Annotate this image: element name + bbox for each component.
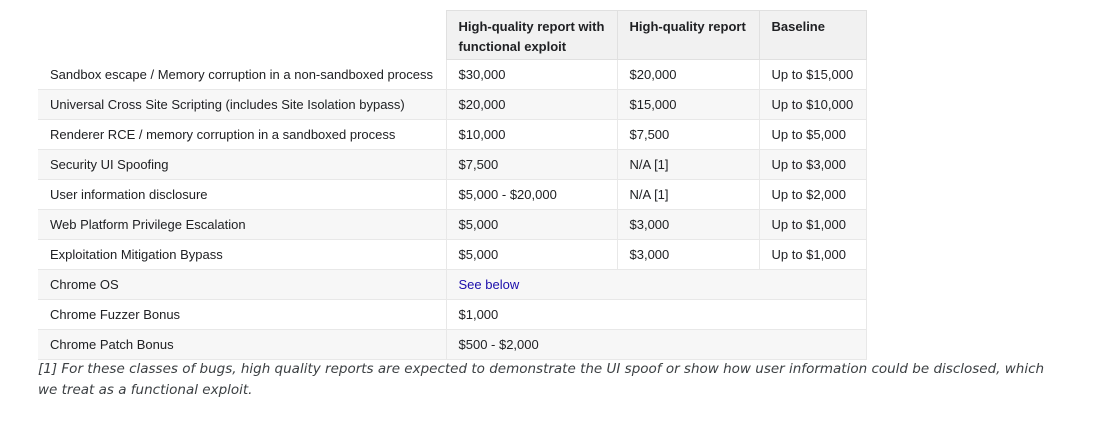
cell-baseline: Up to $15,000 [758, 59, 867, 90]
row-label: Chrome Fuzzer Bonus [38, 299, 446, 330]
cell-exploit: $20,000 [445, 89, 617, 120]
row-label: Security UI Spoofing [38, 149, 446, 180]
row-label: Web Platform Privilege Escalation [38, 209, 446, 240]
cell-high-quality: N/A [1] [616, 149, 759, 180]
table-row: Web Platform Privilege Escalation $5,000… [38, 209, 867, 240]
row-label: Universal Cross Site Scripting (includes… [38, 89, 446, 120]
cell-high-quality: $3,000 [616, 239, 759, 270]
table-row: Chrome Fuzzer Bonus $1,000 [38, 299, 867, 330]
cell-exploit: $30,000 [445, 59, 617, 90]
cell-baseline: Up to $5,000 [758, 119, 867, 150]
cell-exploit: $500 - $2,000 [445, 329, 867, 360]
table-row: Chrome OS See below [38, 269, 867, 300]
table-row: Security UI Spoofing $7,500 N/A [1] Up t… [38, 149, 867, 180]
row-label: Chrome OS [38, 269, 446, 300]
cell-exploit: $5,000 [445, 239, 617, 270]
cell-high-quality: N/A [1] [616, 179, 759, 210]
cell-exploit: See below [445, 269, 867, 300]
table-row: Sandbox escape / Memory corruption in a … [38, 59, 867, 90]
cell-exploit: $10,000 [445, 119, 617, 150]
table-row: Exploitation Mitigation Bypass $5,000 $3… [38, 239, 867, 270]
reward-table: High-quality report with functional expl… [38, 10, 867, 360]
table-header-row: High-quality report with functional expl… [38, 10, 867, 60]
cell-exploit: $7,500 [445, 149, 617, 180]
cell-high-quality: $15,000 [616, 89, 759, 120]
cell-high-quality: $7,500 [616, 119, 759, 150]
cell-exploit: $1,000 [445, 299, 867, 330]
see-below-link[interactable]: See below [459, 277, 520, 292]
cell-baseline: Up to $1,000 [758, 209, 867, 240]
header-exploit: High-quality report with functional expl… [445, 10, 618, 60]
row-label: Renderer RCE / memory corruption in a sa… [38, 119, 446, 150]
header-corner-cell [38, 10, 447, 60]
header-high-quality: High-quality report [616, 10, 760, 60]
cell-exploit: $5,000 [445, 209, 617, 240]
cell-baseline: Up to $1,000 [758, 239, 867, 270]
header-baseline: Baseline [758, 10, 867, 60]
cell-baseline: Up to $2,000 [758, 179, 867, 210]
row-label: Sandbox escape / Memory corruption in a … [38, 59, 446, 90]
footnote: [1] For these classes of bugs, high qual… [38, 361, 1045, 398]
row-label: User information disclosure [38, 179, 446, 210]
table-row: User information disclosure $5,000 - $20… [38, 179, 867, 210]
row-label: Chrome Patch Bonus [38, 329, 446, 360]
cell-high-quality: $3,000 [616, 209, 759, 240]
table-row: Renderer RCE / memory corruption in a sa… [38, 119, 867, 150]
table-row: Universal Cross Site Scripting (includes… [38, 89, 867, 120]
row-label: Exploitation Mitigation Bypass [38, 239, 446, 270]
cell-exploit: $5,000 - $20,000 [445, 179, 617, 210]
cell-baseline: Up to $10,000 [758, 89, 867, 120]
cell-baseline: Up to $3,000 [758, 149, 867, 180]
table-row: Chrome Patch Bonus $500 - $2,000 [38, 329, 867, 360]
cell-high-quality: $20,000 [616, 59, 759, 90]
